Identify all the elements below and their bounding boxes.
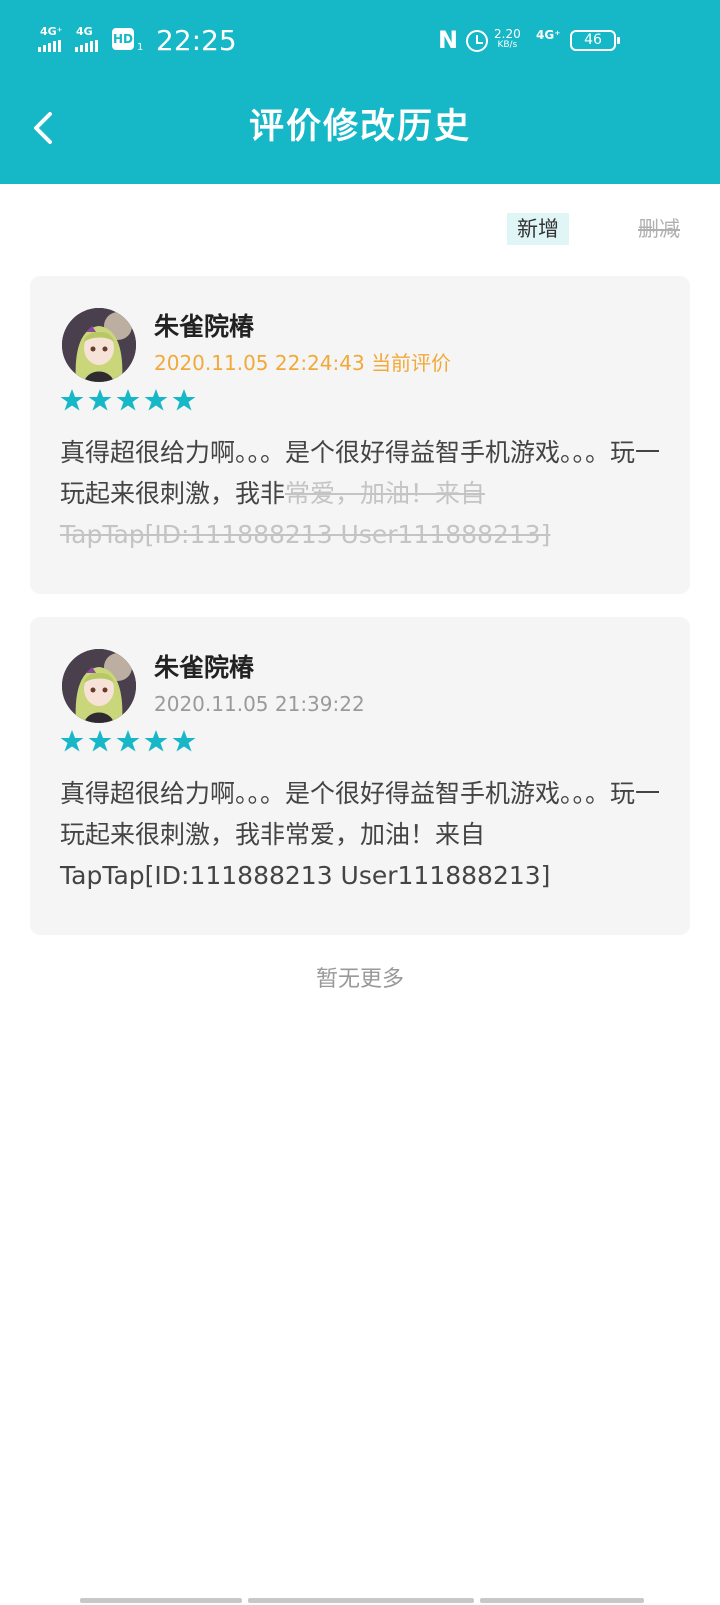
star-icon (116, 730, 140, 752)
reviewer-name: 朱雀院椿 (154, 653, 255, 682)
star-icon (88, 730, 112, 752)
nav-segment[interactable] (248, 1598, 474, 1603)
avatar-image (62, 649, 136, 723)
no-more-label: 暂无更多 (315, 967, 404, 992)
page-title: 评价修改历史 (248, 107, 471, 147)
review-timestamp: 2020.11.05 22:24:43 (154, 351, 365, 375)
signal-bars-2-icon (75, 40, 98, 52)
status-time: 22:25 (156, 24, 237, 57)
battery-icon: 46 (570, 30, 620, 51)
status-bar: 4G⁺ 4G HD 1 22:25 N 2.20 KB/s 4G⁺ 46 (0, 0, 720, 84)
star-icon (172, 730, 196, 752)
review-card: 朱雀院椿 2020.11.05 22:24:43 当前评价 真得超很给力啊。。。… (30, 276, 690, 594)
star-rating (60, 388, 196, 412)
app-header: 4G⁺ 4G HD 1 22:25 N 2.20 KB/s 4G⁺ 46 评价修… (0, 0, 720, 184)
avatar-image (62, 308, 136, 382)
review-date: 2020.11.05 22:24:43 当前评价 (154, 348, 451, 378)
star-icon (116, 389, 140, 411)
network-type: 4G⁺ (536, 28, 561, 42)
filter-added-button[interactable]: 新增 (507, 213, 569, 245)
star-icon (60, 389, 84, 411)
nav-segment[interactable] (80, 1598, 242, 1603)
filter-deleted-button[interactable]: 删减 (627, 213, 691, 245)
review-text: 真得超很给力啊。。。是个很好得益智手机游戏。。。玩一玩起来很刺激，我非常爱，加油… (60, 779, 661, 890)
star-icon (144, 389, 168, 411)
star-icon (60, 730, 84, 752)
star-rating (60, 729, 196, 753)
avatar[interactable] (62, 649, 136, 723)
review-card: 朱雀院椿 2020.11.05 21:39:22 真得超很给力啊。。。是个很好得… (30, 617, 690, 935)
network-speed: 2.20 KB/s (494, 28, 521, 50)
hd-sub-label: 1 (137, 42, 144, 53)
signal-label-2: 4G (76, 25, 93, 38)
avatar[interactable] (62, 308, 136, 382)
alarm-icon (466, 30, 488, 52)
nav-segment[interactable] (480, 1598, 644, 1603)
star-icon (172, 389, 196, 411)
signal-bars-1-icon (38, 40, 61, 52)
nfc-icon: N (438, 26, 459, 54)
signal-label-1: 4G⁺ (40, 25, 63, 38)
speed-value: 2.20 (494, 27, 521, 41)
current-review-label: 当前评价 (371, 351, 452, 375)
review-date: 2020.11.05 21:39:22 (154, 692, 365, 716)
speed-unit: KB/s (497, 40, 518, 50)
star-icon (144, 730, 168, 752)
battery-level: 46 (584, 32, 602, 48)
gesture-nav-bar[interactable] (80, 1598, 644, 1603)
star-icon (88, 389, 112, 411)
review-text: 真得超很给力啊。。。是个很好得益智手机游戏。。。玩一玩起来很刺激，我非常爱，加油… (60, 432, 660, 555)
reviewer-name: 朱雀院椿 (154, 312, 255, 341)
hd-voice-icon: HD (112, 28, 134, 50)
